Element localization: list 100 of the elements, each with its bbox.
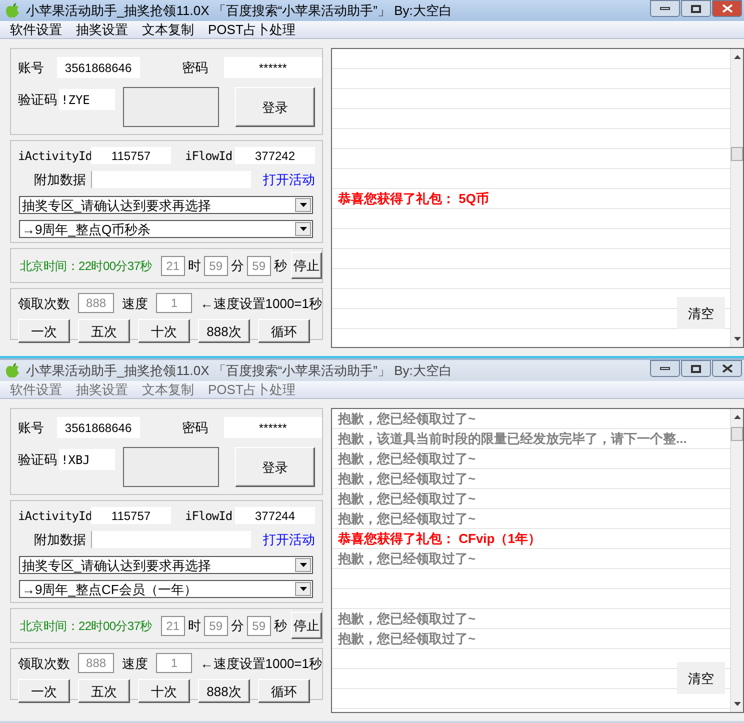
password-field[interactable]: ****** — [224, 417, 322, 438]
field-label: 验证码 — [18, 93, 58, 106]
log-message: 恭喜您获得了礼包： 5Q币 — [338, 192, 489, 205]
log-message: 抱歉，您已经领取过了~ — [338, 512, 476, 525]
log-message: 抱歉，您已经领取过了~ — [338, 552, 476, 565]
menu-item[interactable]: POST占卜处理 — [208, 23, 296, 36]
stop-button[interactable]: 停止 — [290, 612, 322, 639]
activity-id-field[interactable]: 115757 — [91, 507, 171, 524]
unit-label: 时 — [188, 619, 201, 632]
menu-item[interactable]: 文本复制 — [142, 23, 194, 36]
field-label: 速度 — [122, 656, 148, 670]
minute-field[interactable]: 59 — [204, 256, 228, 276]
action-button[interactable]: 十次 — [138, 679, 190, 703]
action-button[interactable]: 循环 — [258, 319, 310, 343]
minimize-icon[interactable] — [650, 0, 680, 17]
login-button[interactable]: 登录 — [235, 87, 315, 127]
log-message: 抱歉，该道具当前时段的限量已经发放完毕了，请下一个整... — [338, 432, 687, 445]
log-message: 抱歉，您已经领取过了~ — [338, 632, 476, 645]
minute-field[interactable]: 59 — [204, 616, 228, 636]
hour-field[interactable]: 21 — [160, 256, 185, 276]
dropdown[interactable]: 抽奖专区_请确认达到要求再选择 — [19, 196, 313, 214]
clear-button[interactable]: 清空 — [677, 297, 725, 329]
field-label: 速度 — [122, 296, 148, 310]
log-message: 抱歉，您已经领取过了~ — [338, 412, 476, 425]
log-message: 抱歉，您已经领取过了~ — [338, 452, 476, 465]
count-field[interactable]: 888 — [78, 293, 114, 313]
maximize-icon[interactable] — [681, 0, 711, 17]
log-message: 恭喜您获得了礼包： CFvip（1年） — [338, 532, 541, 545]
apple-icon — [6, 363, 20, 378]
unit-label: 时 — [188, 259, 201, 272]
log-message: 抱歉，您已经领取过了~ — [338, 612, 476, 625]
menu-item[interactable]: POST占卜处理 — [208, 383, 296, 396]
minimize-icon[interactable] — [650, 360, 680, 377]
menu-item[interactable]: 抽奖设置 — [76, 23, 128, 36]
maximize-icon[interactable] — [681, 360, 711, 377]
open-activity-link[interactable]: 打开活动 — [263, 533, 315, 546]
count-field[interactable]: 888 — [78, 653, 114, 673]
field-label: 领取次数 — [18, 656, 70, 670]
speed-field[interactable]: 1 — [156, 293, 192, 313]
action-button[interactable]: 一次 — [18, 319, 70, 343]
scrollbar[interactable] — [730, 409, 743, 712]
captcha-field[interactable]: !ZYE — [59, 89, 115, 110]
action-button[interactable]: 888次 — [198, 679, 250, 703]
field-label: iFlowId — [185, 150, 234, 162]
scroll-up-icon[interactable] — [734, 55, 740, 59]
captcha-field[interactable]: !XBJ — [59, 449, 115, 470]
beijing-time: 北京时间：22时00分37秒 — [20, 260, 152, 272]
action-button[interactable]: 五次 — [78, 679, 130, 703]
clear-button[interactable]: 清空 — [677, 662, 725, 694]
account-field[interactable]: 3561868646 — [56, 57, 140, 78]
action-button[interactable]: 十次 — [138, 319, 190, 343]
action-button[interactable]: 888次 — [198, 319, 250, 343]
speed-hint: ←速度设置1000=1秒 — [200, 296, 322, 310]
field-label: iActivityId — [18, 150, 91, 162]
field-label: 账号 — [18, 61, 45, 74]
field-label: iActivityId — [18, 510, 91, 522]
flow-id-field[interactable]: 377244 — [235, 507, 315, 524]
field-label: 验证码 — [18, 453, 58, 466]
unit-label: 秒 — [274, 259, 287, 272]
password-field[interactable]: ****** — [224, 57, 322, 78]
menu-item[interactable]: 抽奖设置 — [76, 383, 128, 396]
menu-item[interactable]: 文本复制 — [142, 383, 194, 396]
open-activity-link[interactable]: 打开活动 — [263, 173, 315, 186]
second-field[interactable]: 59 — [246, 616, 271, 636]
action-button[interactable]: 一次 — [18, 679, 70, 703]
scroll-up-icon[interactable] — [734, 415, 740, 419]
unit-label: 分 — [230, 259, 244, 272]
dropdown[interactable]: →9周年_整点CF会员（一年） — [19, 580, 313, 598]
menu-item[interactable]: 软件设置 — [10, 383, 62, 396]
extra-data-field[interactable] — [91, 531, 251, 548]
field-label: iFlowId — [185, 510, 234, 522]
scroll-thumb[interactable] — [731, 427, 743, 441]
scroll-down-icon[interactable] — [734, 702, 740, 706]
menu-item[interactable]: 软件设置 — [10, 23, 62, 36]
scroll-down-icon[interactable] — [734, 337, 740, 341]
field-label: 附加数据 — [34, 173, 87, 186]
scroll-thumb[interactable] — [731, 147, 743, 161]
log-message: 抱歉，您已经领取过了~ — [338, 472, 476, 485]
activity-id-field[interactable]: 115757 — [91, 147, 171, 164]
extra-data-field[interactable] — [91, 171, 251, 188]
dropdown[interactable]: 抽奖专区_请确认达到要求再选择 — [19, 556, 313, 574]
field-label: 附加数据 — [34, 533, 87, 546]
speed-hint: ←速度设置1000=1秒 — [200, 656, 322, 670]
second-field[interactable]: 59 — [246, 256, 271, 276]
speed-field[interactable]: 1 — [156, 653, 192, 673]
hour-field[interactable]: 21 — [160, 616, 185, 636]
close-icon[interactable] — [712, 0, 742, 17]
scrollbar[interactable] — [730, 49, 743, 347]
flow-id-field[interactable]: 377242 — [235, 147, 315, 164]
login-button[interactable]: 登录 — [235, 447, 315, 487]
field-label: 账号 — [18, 421, 45, 434]
close-icon[interactable] — [712, 360, 742, 377]
unit-label: 分 — [230, 619, 244, 632]
window-title: 小苹果活动助手_抽奖抢领11.0X 「百度搜索“小苹果活动助手”」 By:大空白 — [26, 4, 452, 17]
log-message: 抱歉，您已经领取过了~ — [338, 492, 476, 505]
account-field[interactable]: 3561868646 — [56, 417, 140, 438]
stop-button[interactable]: 停止 — [290, 252, 322, 279]
dropdown[interactable]: →9周年_整点Q币秒杀 — [19, 220, 313, 238]
action-button[interactable]: 循环 — [258, 679, 310, 703]
action-button[interactable]: 五次 — [78, 319, 130, 343]
